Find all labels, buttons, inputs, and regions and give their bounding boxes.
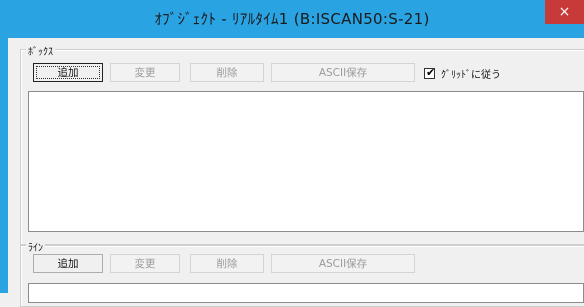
grid-checkbox-box[interactable]: ✔ xyxy=(424,66,436,79)
box-group-legend: ﾎﾞｯｸｽ xyxy=(26,43,55,58)
box-add-label: 追加 xyxy=(57,67,79,79)
line-add-button[interactable]: 追加 xyxy=(33,254,103,273)
line-group-legend: ﾗｲﾝ xyxy=(26,239,45,254)
box-list[interactable] xyxy=(28,91,584,232)
box-change-label: 変更 xyxy=(134,67,156,79)
checkmark-icon: ✔ xyxy=(426,66,436,79)
box-delete-button[interactable]: 削除 xyxy=(190,63,264,82)
line-change-button[interactable]: 変更 xyxy=(110,254,180,273)
box-change-button[interactable]: 変更 xyxy=(110,63,180,82)
line-ascii-save-button[interactable]: ASCII保存 xyxy=(271,254,415,273)
close-button[interactable]: × xyxy=(545,0,584,24)
close-icon: × xyxy=(558,4,571,20)
window-title: ｵﾌﾞｼﾞｪｸﾄ - ﾘｱﾙﾀｲﾑ1 (B:ISCAN50:S-21) xyxy=(154,10,430,28)
line-add-label: 追加 xyxy=(57,258,79,270)
title-bar[interactable]: ｵﾌﾞｼﾞｪｸﾄ - ﾘｱﾙﾀｲﾑ1 (B:ISCAN50:S-21) × xyxy=(0,0,584,38)
line-ascii-save-label: ASCII保存 xyxy=(318,258,368,270)
box-ascii-save-button[interactable]: ASCII保存 xyxy=(271,63,415,82)
client-area: ﾎﾞｯｸｽ 追加 変更 削除 ASCII保存 ✔ ｸﾞﾘｯﾄﾞに従う ﾗｲﾝ 追… xyxy=(8,38,584,307)
line-list[interactable] xyxy=(28,283,584,303)
line-change-label: 変更 xyxy=(134,258,156,270)
box-delete-label: 削除 xyxy=(216,67,238,79)
box-add-button[interactable]: 追加 xyxy=(33,63,103,82)
line-delete-label: 削除 xyxy=(216,258,238,270)
line-delete-button[interactable]: 削除 xyxy=(190,254,264,273)
box-ascii-save-label: ASCII保存 xyxy=(318,67,368,79)
grid-checkbox[interactable]: ✔ ｸﾞﾘｯﾄﾞに従う xyxy=(424,66,501,81)
grid-checkbox-label: ｸﾞﾘｯﾄﾞに従う xyxy=(441,70,501,81)
